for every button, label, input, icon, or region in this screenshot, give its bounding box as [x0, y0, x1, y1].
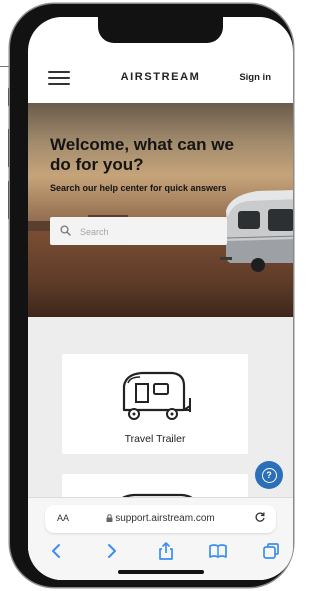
hero-title: Welcome, what can we do for you?	[50, 135, 234, 174]
url-display[interactable]: support.airstream.com	[45, 513, 276, 524]
bookmarks-icon[interactable]	[207, 540, 229, 562]
forward-icon[interactable]	[100, 540, 122, 562]
tabs-icon[interactable]	[260, 540, 282, 562]
search-input[interactable]	[78, 222, 222, 242]
help-question-icon: ?	[261, 467, 277, 483]
travel-trailer-label: Travel Trailer	[124, 433, 186, 445]
phone-screen: AIRSTREAM Sign in Welcome, what can we d…	[28, 17, 293, 580]
travel-trailer-icon	[122, 371, 191, 420]
url-text: support.airstream.com	[115, 513, 215, 524]
share-icon[interactable]	[155, 540, 177, 562]
back-icon[interactable]	[46, 540, 68, 562]
lock-icon	[106, 514, 113, 522]
sign-in-link[interactable]: Sign in	[239, 72, 271, 83]
notch	[98, 17, 223, 43]
help-button[interactable]: ?	[255, 461, 283, 489]
reload-icon[interactable]	[254, 511, 266, 523]
airstream-trailer-photo	[220, 190, 293, 272]
address-bar[interactable]: AA support.airstream.com	[45, 505, 276, 533]
safari-bottom-bar: AA support.airstream.com	[28, 497, 293, 580]
hero-banner: Welcome, what can we do for you? Search …	[28, 103, 293, 317]
phone-frame: AIRSTREAM Sign in Welcome, what can we d…	[10, 4, 293, 587]
search-box[interactable]	[50, 217, 227, 245]
search-icon	[60, 225, 71, 236]
site-header: AIRSTREAM Sign in	[28, 51, 293, 103]
hero-subtitle: Search our help center for quick answers	[50, 183, 227, 193]
travel-trailer-card[interactable]: Travel Trailer	[62, 354, 248, 454]
browser-toolbar	[28, 540, 293, 562]
home-indicator	[118, 570, 204, 574]
